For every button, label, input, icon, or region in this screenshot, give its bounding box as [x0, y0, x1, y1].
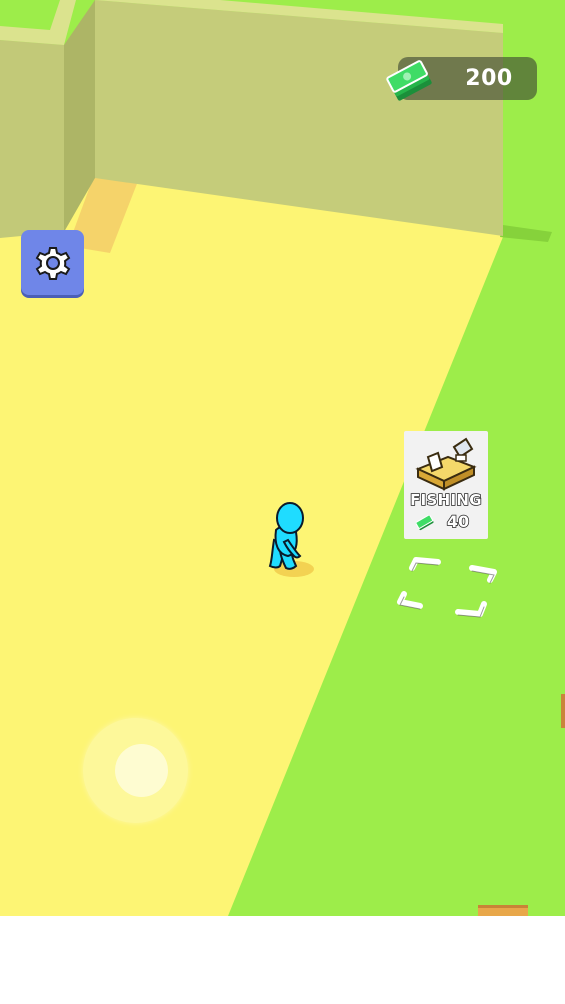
game-scene[interactable]: 200 FISHING 40: [0, 0, 565, 916]
station-price: 40: [446, 511, 470, 532]
left-wall: [0, 40, 64, 238]
cash-icon: [416, 515, 434, 531]
station-name: FISHING: [409, 490, 482, 510]
gear-icon: [35, 246, 70, 280]
joystick-knob[interactable]: [115, 744, 168, 797]
cash-stack-icon: [386, 60, 432, 101]
bottom-blank-area: [0, 916, 565, 1004]
settings-button[interactable]: [21, 230, 84, 295]
fishing-station-card[interactable]: FISHING 40: [404, 431, 488, 539]
fishing-desk-icon: [415, 437, 477, 491]
money-amount: 200: [465, 66, 513, 91]
player-character[interactable]: [262, 500, 322, 586]
placement-marker[interactable]: [392, 552, 500, 624]
